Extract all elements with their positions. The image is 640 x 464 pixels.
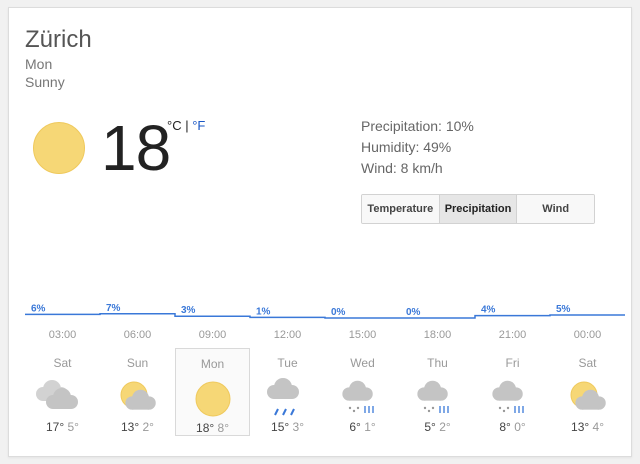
forecast-temps: 5° 2° [400, 420, 475, 434]
forecast-day-thu[interactable]: Thu 5° 2° [400, 348, 475, 436]
x-tick-label: 03:00 [49, 329, 77, 341]
forecast-day-mon[interactable]: Mon 18° 8° [175, 348, 251, 436]
data-label: 5% [556, 304, 571, 315]
forecast-day-name: Mon [200, 357, 225, 371]
forecast-high: 15° [271, 420, 290, 434]
forecast-day-name: Sat [53, 356, 72, 370]
forecast-day-name: Sat [578, 356, 597, 370]
forecast-temps: 6° 1° [325, 420, 400, 434]
forecast-temps: 18° 8° [176, 421, 249, 435]
forecast-temps: 13° 4° [550, 420, 625, 434]
x-tick-label: 18:00 [424, 329, 452, 341]
snow-rain-icon [475, 378, 550, 418]
data-label: 0% [406, 307, 421, 318]
weather-card: Zürich Mon Sunny 18 °C | °F Precipitatio… [8, 7, 632, 457]
humidity-text: Humidity: 49% [361, 139, 452, 155]
sun-icon [33, 122, 85, 174]
x-tick-label: 12:00 [274, 329, 302, 341]
forecast-low: 4° [592, 420, 604, 434]
precipitation-line [25, 313, 625, 319]
unit-separator: | [185, 118, 189, 133]
unit-fahrenheit[interactable]: °F [192, 118, 205, 133]
forecast-low: 8° [217, 421, 229, 435]
weather-details: Precipitation: 10% Humidity: 49% Wind: 8… [361, 116, 474, 179]
current-temperature: 18 [101, 112, 171, 184]
forecast-high: 6° [349, 420, 361, 434]
x-tick-label: 21:00 [499, 329, 527, 341]
partly-cloudy-icon [550, 378, 625, 418]
forecast-day-wed[interactable]: Wed 6° 1° [325, 348, 400, 436]
wind-text: Wind: 8 km/h [361, 160, 443, 176]
forecast-low: 3° [292, 420, 304, 434]
x-tick-label: 06:00 [124, 329, 152, 341]
unit-switcher: °C | °F [167, 118, 205, 133]
tab-temperature[interactable]: Temperature [362, 195, 440, 223]
sun-icon [176, 379, 249, 419]
partly-cloudy-icon [100, 378, 175, 418]
forecast-day-fri[interactable]: Fri 8° 0° [475, 348, 550, 436]
forecast-high: 18° [196, 421, 215, 435]
forecast-temps: 8° 0° [475, 420, 550, 434]
forecast-temps: 17° 5° [25, 420, 100, 434]
forecast-day-sat[interactable]: Sat 17° 5° [25, 348, 100, 436]
x-tick-label: 09:00 [199, 329, 227, 341]
forecast-low: 1° [364, 420, 376, 434]
x-tick-label: 15:00 [349, 329, 377, 341]
forecast-temps: 13° 2° [100, 420, 175, 434]
forecast-high: 5° [424, 420, 436, 434]
forecast-day-name: Tue [277, 356, 298, 370]
forecast-day-name: Sun [126, 356, 149, 370]
snow-rain-icon [325, 378, 400, 418]
data-label: 4% [481, 305, 496, 316]
forecast-day-name: Fri [505, 356, 520, 370]
current-condition: Sunny [25, 74, 65, 90]
city-name: Zürich [25, 26, 92, 53]
forecast-low: 2° [439, 420, 451, 434]
forecast-temps: 15° 3° [250, 420, 325, 434]
precipitation-chart: 6%03:007%06:003%09:001%12:000%15:000%18:… [25, 303, 625, 341]
forecast-high: 17° [46, 420, 65, 434]
forecast-high: 13° [121, 420, 140, 434]
forecast-high: 8° [499, 420, 511, 434]
daily-forecast: Sat 17° 5° Sun 13° 2° Mon 18° 8° Tue 15°… [25, 348, 625, 440]
data-label: 3% [181, 305, 196, 316]
forecast-day-tue[interactable]: Tue 15° 3° [250, 348, 325, 436]
forecast-low: 5° [67, 420, 79, 434]
forecast-high: 13° [571, 420, 590, 434]
data-label: 1% [256, 306, 271, 317]
data-label: 6% [31, 303, 46, 314]
tab-precipitation[interactable]: Precipitation [439, 195, 518, 223]
snow-rain-icon [400, 378, 475, 418]
forecast-low: 2° [142, 420, 154, 434]
data-label: 0% [331, 307, 346, 318]
precipitation-text: Precipitation: 10% [361, 118, 474, 134]
x-tick-label: 00:00 [574, 329, 602, 341]
forecast-day-sun[interactable]: Sun 13° 2° [100, 348, 175, 436]
cloudy-icon [25, 378, 100, 418]
unit-celsius[interactable]: °C [167, 118, 182, 133]
tab-wind[interactable]: Wind [517, 195, 594, 223]
forecast-day-name: Wed [350, 356, 375, 370]
rain-icon [250, 378, 325, 418]
forecast-day-sat[interactable]: Sat 13° 4° [550, 348, 625, 436]
forecast-low: 0° [514, 420, 526, 434]
current-day: Mon [25, 56, 53, 72]
data-label: 7% [106, 303, 121, 314]
forecast-day-name: Thu [427, 356, 448, 370]
chart-tabs: Temperature Precipitation Wind [361, 194, 595, 224]
